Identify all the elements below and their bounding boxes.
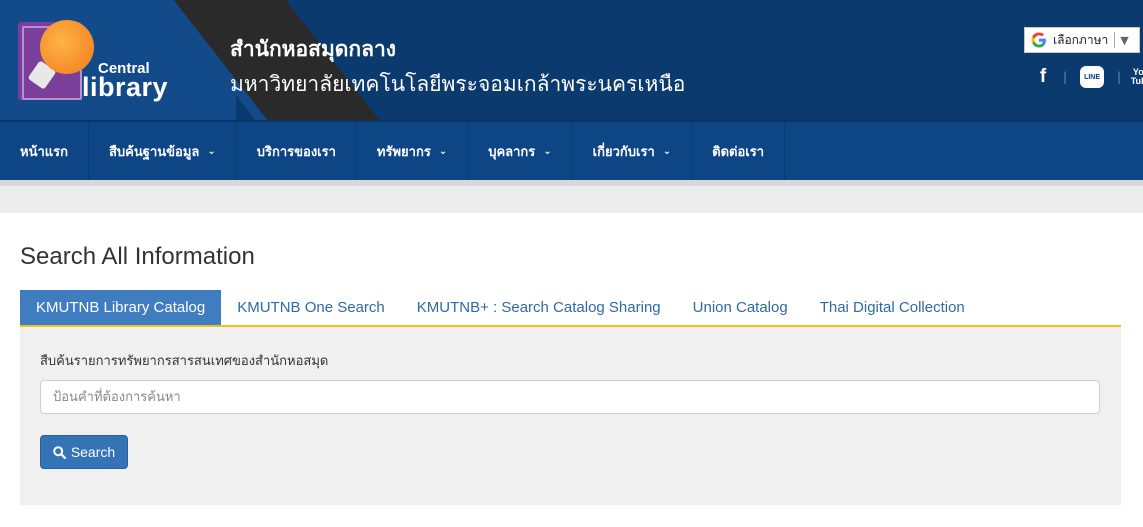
search-button[interactable]: Search <box>40 435 128 469</box>
nav-item-label: เกี่ยวกับเรา <box>592 144 655 160</box>
nav-item-label: ทรัพยากร <box>376 144 431 160</box>
chevron-down-icon: ⌄ <box>207 145 216 157</box>
search-panel: สืบค้นรายการทรัพยากรสารสนเทศของสำนักหอสม… <box>20 327 1121 505</box>
chevron-down-icon: ⌄ <box>662 145 672 157</box>
nav-item-home[interactable]: หน้าแรก <box>0 122 89 180</box>
site-subtitle: มหาวิทยาลัยเทคโนโลยีพระจอมเกล้าพระนครเหน… <box>230 72 686 96</box>
main-nav: หน้าแรก สืบค้นฐานข้อมูล ⌄ บริการของเรา ท… <box>0 122 1143 180</box>
social-separator: | <box>1117 70 1122 84</box>
nav-item-label: หน้าแรก <box>20 144 68 160</box>
nav-item-staff[interactable]: บุคลากร ⌄ <box>468 122 573 180</box>
nav-item-label: บุคลากร <box>488 144 536 160</box>
logo-lightbulb-icon <box>40 20 94 74</box>
language-select-divider <box>1114 32 1116 48</box>
search-card: Search All Information KMUTNB Library Ca… <box>0 213 1143 527</box>
language-select-label: เลือกภาษา <box>1053 32 1109 47</box>
library-logo[interactable]: Central library <box>18 20 168 104</box>
youtube-icon[interactable]: You Tube <box>1131 68 1143 86</box>
nav-item-services[interactable]: บริการของเรา <box>237 122 357 180</box>
search-input[interactable] <box>40 380 1100 414</box>
nav-item-database-search[interactable]: สืบค้นฐานข้อมูล ⌄ <box>89 122 237 180</box>
header-right-band <box>265 0 1143 122</box>
google-icon <box>1029 30 1049 50</box>
tab-library-catalog[interactable]: KMUTNB Library Catalog <box>20 290 222 325</box>
nav-item-label: สืบค้นฐานข้อมูล <box>109 144 200 160</box>
dropdown-arrow-icon: ▼ <box>1120 33 1129 47</box>
nav-item-label: บริการของเรา <box>256 144 336 160</box>
nav-item-about[interactable]: เกี่ยวกับเรา ⌄ <box>573 122 693 180</box>
nav-item-contact[interactable]: ติดต่อเรา <box>692 122 786 180</box>
social-links: f | LINE | You Tube <box>1036 64 1143 90</box>
site-header: Central library สำนักหอสมุดกลาง มหาวิทยา… <box>0 0 1143 122</box>
line-icon[interactable]: LINE <box>1080 66 1105 88</box>
nav-item-label: ติดต่อเรา <box>712 144 765 160</box>
tab-one-search[interactable]: KMUTNB One Search <box>221 290 401 325</box>
tab-catalog-sharing[interactable]: KMUTNB+ : Search Catalog Sharing <box>401 290 677 325</box>
search-panel-label: สืบค้นรายการทรัพยากรสารสนเทศของสำนักหอสม… <box>40 354 329 369</box>
chevron-down-icon: ⌄ <box>543 145 552 157</box>
search-tabs: KMUTNB Library Catalog KMUTNB One Search… <box>20 290 1121 327</box>
tab-union-catalog[interactable]: Union Catalog <box>677 290 804 325</box>
tab-thai-digital-collection[interactable]: Thai Digital Collection <box>804 290 981 325</box>
search-button-label: Search <box>70 444 116 460</box>
search-section-title: Search All Information <box>20 243 255 270</box>
logo-text-library: library <box>82 72 169 102</box>
nav-shadow <box>0 180 1143 186</box>
language-select[interactable]: เลือกภาษา ▼ <box>1024 27 1140 53</box>
nav-item-resources[interactable]: ทรัพยากร ⌄ <box>357 122 469 180</box>
chevron-down-icon: ⌄ <box>438 145 448 157</box>
social-separator: | <box>1063 70 1068 84</box>
facebook-icon[interactable]: f <box>1036 66 1050 88</box>
search-icon <box>53 445 66 459</box>
site-title: สำนักหอสมุดกลาง <box>230 37 397 61</box>
